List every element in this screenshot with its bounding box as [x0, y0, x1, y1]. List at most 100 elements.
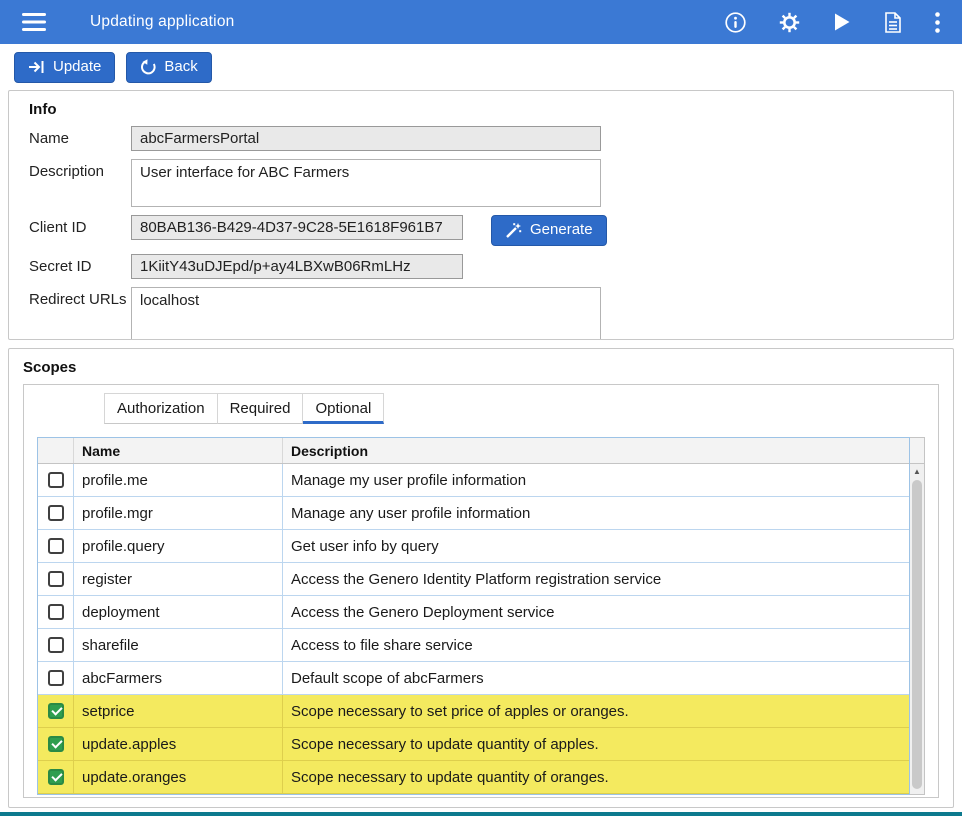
name-field[interactable]: [131, 126, 601, 151]
secret-id-field[interactable]: [131, 254, 463, 279]
kebab-menu-icon[interactable]: [935, 12, 940, 33]
description-label: Description: [29, 159, 131, 180]
scrollbar-thumb[interactable]: [912, 480, 922, 789]
checkbox-cell: [38, 695, 74, 727]
scope-name: profile.query: [74, 530, 283, 562]
tab-required[interactable]: Required: [218, 393, 304, 424]
scopes-tabs: AuthorizationRequiredOptional: [104, 393, 925, 424]
info-section-title: Info: [29, 101, 933, 118]
menu-icon[interactable]: [22, 12, 46, 32]
scope-checkbox[interactable]: [48, 769, 64, 785]
scopes-table-body: profile.meManage my user profile informa…: [38, 464, 909, 794]
checkbox-cell: [38, 629, 74, 661]
scope-description: Manage any user profile information: [283, 497, 909, 529]
info-section: Info Name Description User interface for…: [8, 90, 954, 340]
checkbox-cell: [38, 530, 74, 562]
table-row: setpriceScope necessary to set price of …: [38, 695, 909, 728]
table-scrollbar[interactable]: ▲: [910, 437, 925, 795]
client-id-row: Client ID Generate: [29, 215, 933, 246]
window-bottom-border: [0, 812, 962, 816]
scope-description: Access to file share service: [283, 629, 909, 661]
scopes-section-title: Scopes: [23, 359, 939, 376]
scope-name: abcFarmers: [74, 662, 283, 694]
scope-checkbox[interactable]: [48, 538, 64, 554]
scopes-section: Scopes AuthorizationRequiredOptional Nam…: [8, 348, 954, 808]
redirect-urls-field[interactable]: localhost: [131, 287, 601, 340]
scroll-up-icon[interactable]: ▲: [910, 464, 924, 479]
secret-id-label: Secret ID: [29, 254, 131, 275]
scope-name: setprice: [74, 695, 283, 727]
table-row: sharefileAccess to file share service: [38, 629, 909, 662]
report-icon[interactable]: [884, 12, 902, 33]
generate-button-label: Generate: [530, 221, 593, 239]
table-row: abcFarmersDefault scope of abcFarmers: [38, 662, 909, 695]
name-label: Name: [29, 126, 131, 147]
scope-name: profile.me: [74, 464, 283, 496]
name-column-header: Name: [74, 438, 283, 463]
scope-checkbox[interactable]: [48, 637, 64, 653]
scope-checkbox[interactable]: [48, 604, 64, 620]
redirect-urls-row: Redirect URLs localhost: [29, 287, 933, 340]
checkbox-cell: [38, 662, 74, 694]
generate-button[interactable]: Generate: [491, 215, 607, 246]
scopes-table-main: Name Description profile.meManage my use…: [37, 437, 910, 795]
scope-name: update.oranges: [74, 761, 283, 793]
settings-icon[interactable]: [779, 12, 800, 33]
description-column-header: Description: [283, 438, 909, 463]
scope-checkbox[interactable]: [48, 505, 64, 521]
scope-checkbox[interactable]: [48, 703, 64, 719]
checkbox-cell: [38, 497, 74, 529]
scope-name: deployment: [74, 596, 283, 628]
scope-description: Access the Genero Identity Platform regi…: [283, 563, 909, 595]
name-row: Name: [29, 126, 933, 151]
tab-authorization[interactable]: Authorization: [104, 393, 218, 424]
header-actions: [725, 12, 940, 33]
secret-id-row: Secret ID: [29, 254, 933, 279]
scope-name: sharefile: [74, 629, 283, 661]
scope-name: profile.mgr: [74, 497, 283, 529]
scope-description: Manage my user profile information: [283, 464, 909, 496]
scope-name: update.apples: [74, 728, 283, 760]
checkbox-column-header: [38, 438, 74, 463]
scope-checkbox[interactable]: [48, 472, 64, 488]
back-icon: [140, 59, 156, 75]
client-id-label: Client ID: [29, 215, 131, 236]
action-toolbar: Update Back: [0, 44, 962, 90]
table-row: update.orangesScope necessary to update …: [38, 761, 909, 794]
table-row: registerAccess the Genero Identity Platf…: [38, 563, 909, 596]
checkbox-cell: [38, 563, 74, 595]
update-button[interactable]: Update: [14, 52, 115, 83]
scopes-table: Name Description profile.meManage my use…: [37, 437, 925, 795]
info-icon[interactable]: [725, 12, 746, 33]
scrollbar-track[interactable]: [910, 479, 924, 794]
page-title: Updating application: [90, 13, 234, 31]
table-row: update.applesScope necessary to update q…: [38, 728, 909, 761]
table-row: profile.queryGet user info by query: [38, 530, 909, 563]
scope-checkbox[interactable]: [48, 571, 64, 587]
back-button-label: Back: [164, 58, 197, 76]
app-header: Updating application: [0, 0, 962, 44]
scope-checkbox[interactable]: [48, 736, 64, 752]
table-row: deploymentAccess the Genero Deployment s…: [38, 596, 909, 629]
scope-description: Scope necessary to set price of apples o…: [283, 695, 909, 727]
redirect-urls-label: Redirect URLs: [29, 287, 131, 308]
scope-description: Scope necessary to update quantity of ap…: [283, 728, 909, 760]
scope-checkbox[interactable]: [48, 670, 64, 686]
update-icon: [28, 59, 45, 75]
wand-icon: [505, 222, 522, 239]
table-header: Name Description: [38, 438, 909, 464]
run-icon[interactable]: [833, 12, 851, 32]
tab-optional[interactable]: Optional: [303, 393, 384, 424]
scope-description: Get user info by query: [283, 530, 909, 562]
scopes-subpanel: AuthorizationRequiredOptional Name Descr…: [23, 384, 939, 798]
update-button-label: Update: [53, 58, 101, 76]
table-row: profile.mgrManage any user profile infor…: [38, 497, 909, 530]
back-button[interactable]: Back: [126, 52, 211, 83]
table-row: profile.meManage my user profile informa…: [38, 464, 909, 497]
description-field[interactable]: User interface for ABC Farmers: [131, 159, 601, 207]
client-id-field[interactable]: [131, 215, 463, 240]
checkbox-cell: [38, 728, 74, 760]
scope-description: Access the Genero Deployment service: [283, 596, 909, 628]
scrollbar-header-stub: [910, 438, 924, 464]
scope-name: register: [74, 563, 283, 595]
